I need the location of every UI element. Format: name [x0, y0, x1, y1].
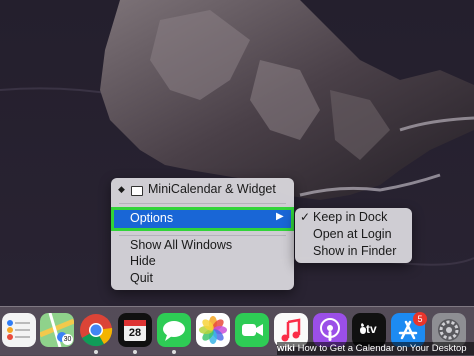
watermark-brand: wiki — [277, 343, 295, 354]
menu-item-label: Show All Windows — [130, 238, 233, 252]
checkmark-icon: ✓ — [300, 210, 311, 224]
submenu-item-keep-in-dock[interactable]: Keep in Dock — [313, 210, 387, 225]
tv-label: tv — [366, 322, 377, 336]
facetime-icon[interactable] — [235, 313, 269, 347]
menu-item-hide[interactable]: Hide — [111, 253, 294, 270]
open-indicator-icon: ◆ — [118, 184, 125, 194]
menu-app-title-item: ◆ MiniCalendar & Widget — [111, 181, 294, 198]
watermark-title: How to Get a Calendar on Your Desktop — [297, 343, 467, 354]
calendar-day-label: 28 — [128, 327, 142, 339]
menu-item-show-all-windows[interactable]: Show All Windows — [111, 237, 294, 254]
chrome-icon[interactable] — [79, 313, 113, 347]
menu-app-title-label: MiniCalendar & Widget — [148, 182, 276, 196]
menu-separator — [119, 235, 286, 236]
dock-context-menu: ◆ MiniCalendar & Widget Show All Windows… — [111, 178, 294, 290]
submenu-arrow-icon: ▶ — [276, 211, 284, 222]
menu-item-quit[interactable]: Quit — [111, 270, 294, 287]
menu-separator — [119, 203, 286, 204]
running-indicator — [172, 350, 176, 354]
options-submenu: ✓ Keep in Dock Open at Login Show in Fin… — [295, 208, 412, 263]
menu-item-options-label: Options — [130, 211, 174, 225]
photos-icon[interactable] — [196, 313, 230, 347]
menu-item-label: Quit — [130, 271, 153, 285]
submenu-item-open-at-login[interactable]: Open at Login — [313, 227, 392, 242]
running-indicator — [94, 350, 98, 354]
watermark-caption: wiki How to Get a Calendar on Your Deskt… — [277, 342, 474, 355]
running-indicator — [133, 350, 137, 354]
menu-item-label: Hide — [130, 254, 156, 268]
messages-icon[interactable] — [157, 313, 191, 347]
submenu-item-show-in-finder[interactable]: Show in Finder — [313, 244, 396, 259]
calendar-badge: 30 — [62, 334, 73, 345]
window-icon — [131, 186, 143, 196]
app-store-badge: 5 — [413, 312, 427, 326]
reminders-icon[interactable] — [2, 313, 36, 347]
